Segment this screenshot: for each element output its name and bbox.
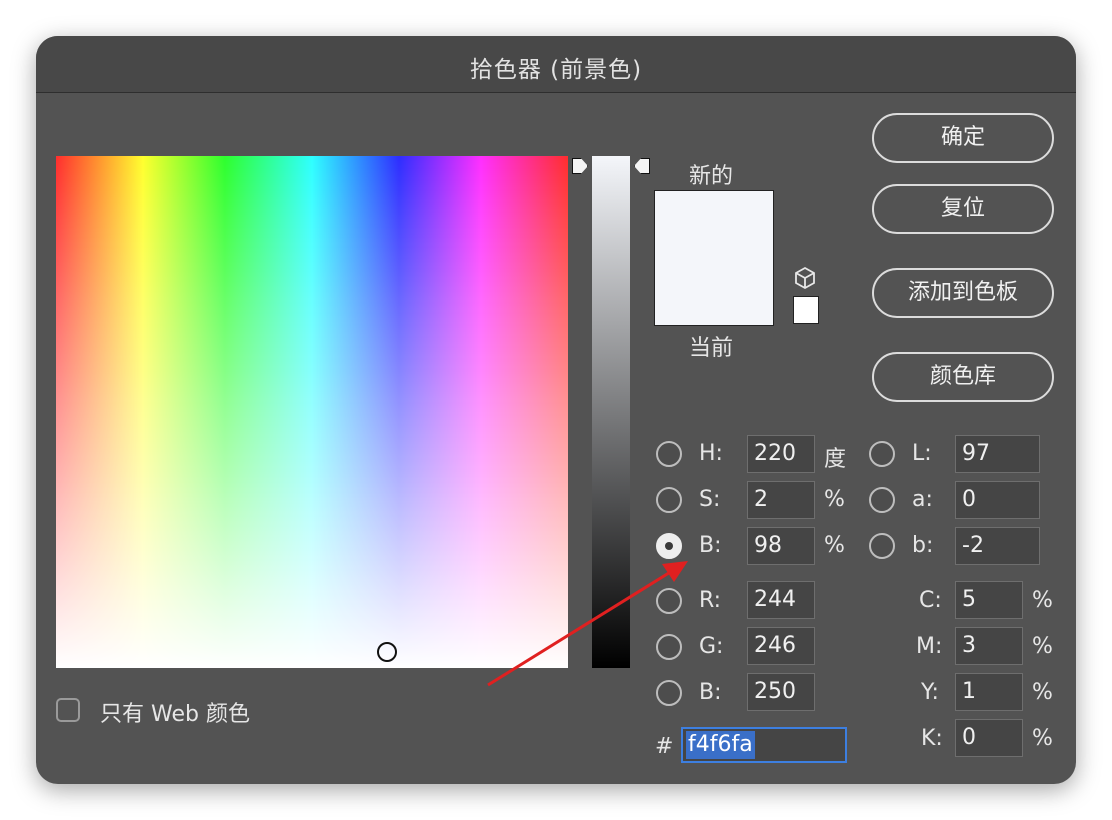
lab-a-input[interactable]: 0 <box>955 481 1040 519</box>
window-title: 拾色器 (前景色) <box>469 57 643 83</box>
blue-input[interactable]: 250 <box>747 673 815 711</box>
green-input[interactable]: 246 <box>747 627 815 665</box>
lab-l-label: L: <box>912 441 932 466</box>
cyan-label: C: <box>919 588 942 613</box>
current-color-label: 当前 <box>689 336 734 361</box>
magenta-input[interactable]: 3 <box>955 627 1023 665</box>
hue-unit: 度 <box>824 447 847 472</box>
title-bar[interactable]: 拾色器 (前景色) <box>36 36 1076 93</box>
green-label: G: <box>699 634 724 659</box>
hex-input[interactable]: f4f6fa <box>681 727 847 763</box>
color-field-cursor[interactable] <box>377 642 397 662</box>
hex-prefix: # <box>655 734 674 759</box>
radio-brightness[interactable] <box>656 533 682 559</box>
slider-right-arrow[interactable] <box>634 158 650 174</box>
hex-value: f4f6fa <box>686 731 755 759</box>
radio-hue[interactable] <box>656 441 682 467</box>
radio-red[interactable] <box>656 588 682 614</box>
saturation-label: S: <box>699 487 721 512</box>
blue-label: B: <box>699 680 722 705</box>
magenta-label: M: <box>916 634 943 659</box>
brightness-input[interactable]: 98 <box>747 527 815 565</box>
slider-left-arrow[interactable] <box>572 158 588 174</box>
radio-blue[interactable] <box>656 680 682 706</box>
red-label: R: <box>699 588 722 613</box>
radio-lab-a[interactable] <box>869 487 895 513</box>
magenta-unit: % <box>1032 634 1053 659</box>
color-slider[interactable] <box>592 156 630 668</box>
hue-input[interactable]: 220 <box>747 435 815 473</box>
color-field[interactable] <box>56 156 568 668</box>
radio-saturation[interactable] <box>656 487 682 513</box>
black-input[interactable]: 0 <box>955 719 1023 757</box>
cube-icon[interactable] <box>793 266 817 290</box>
black-unit: % <box>1032 726 1053 751</box>
saturation-unit: % <box>824 487 845 512</box>
lab-b-input[interactable]: -2 <box>955 527 1040 565</box>
saturation-input[interactable]: 2 <box>747 481 815 519</box>
yellow-unit: % <box>1032 680 1053 705</box>
radio-lab-l[interactable] <box>869 441 895 467</box>
reset-button[interactable]: 复位 <box>872 184 1054 234</box>
radio-green[interactable] <box>656 634 682 660</box>
new-current-swatch[interactable] <box>654 190 774 326</box>
color-picker-dialog: 拾色器 (前景色) 新的 当前 确定 复位 添加到色板 颜色库 H: 220 度… <box>36 36 1076 784</box>
lab-a-label: a: <box>912 487 933 512</box>
web-safe-swatch[interactable] <box>793 296 819 324</box>
add-to-swatches-button[interactable]: 添加到色板 <box>872 268 1054 318</box>
brightness-unit: % <box>824 533 845 558</box>
ok-button[interactable]: 确定 <box>872 113 1054 163</box>
yellow-input[interactable]: 1 <box>955 673 1023 711</box>
hue-label: H: <box>699 441 723 466</box>
color-libraries-button[interactable]: 颜色库 <box>872 352 1054 402</box>
radio-lab-b[interactable] <box>869 533 895 559</box>
cyan-input[interactable]: 5 <box>955 581 1023 619</box>
lab-l-input[interactable]: 97 <box>955 435 1040 473</box>
new-color-label: 新的 <box>689 164 734 189</box>
black-label: K: <box>921 726 943 751</box>
red-input[interactable]: 244 <box>747 581 815 619</box>
yellow-label: Y: <box>921 680 939 705</box>
brightness-label: B: <box>699 533 722 558</box>
web-colors-checkbox[interactable] <box>56 698 80 722</box>
lab-b-label: b: <box>912 533 934 558</box>
color-field-overlay <box>56 156 568 668</box>
web-colors-label: 只有 Web 颜色 <box>100 702 250 727</box>
cyan-unit: % <box>1032 588 1053 613</box>
